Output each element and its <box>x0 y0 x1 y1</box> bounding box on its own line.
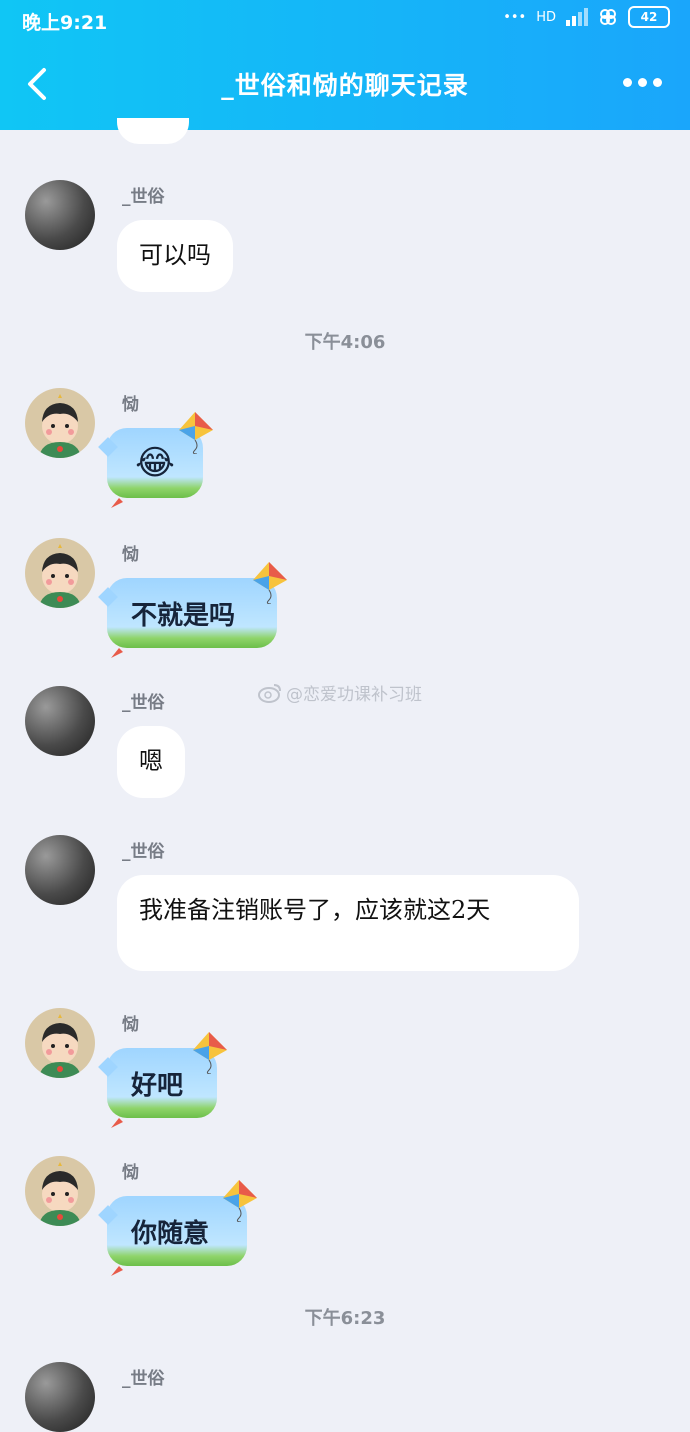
sender-name: 恸 <box>122 395 139 415</box>
message-text: 你随意 <box>131 1218 210 1249</box>
more-dot <box>638 78 647 87</box>
message-text: 好吧 <box>131 1070 184 1101</box>
tail-icon <box>111 498 123 508</box>
kite-icon <box>179 412 213 454</box>
sender-name: _世俗 <box>122 693 165 713</box>
boy-avatar-icon <box>39 544 81 608</box>
avatar[interactable] <box>25 835 95 905</box>
network-label: HD <box>536 9 556 25</box>
sender-name: 恸 <box>122 545 139 565</box>
sender-name: _世俗 <box>122 187 165 207</box>
boy-avatar-icon <box>39 1162 81 1226</box>
more-options-button[interactable] <box>623 78 662 87</box>
message-text: 我准备注销账号了，应该就这2天 <box>139 896 491 924</box>
sender-name: 恸 <box>122 1163 139 1183</box>
message-bubble[interactable]: 可以吗 <box>117 220 233 292</box>
kite-icon <box>253 562 287 604</box>
page-title: _世俗和恸的聊天记录 <box>221 71 469 100</box>
message-bubble[interactable]: 嗯 <box>117 726 185 798</box>
clover-icon <box>600 9 616 25</box>
status-time: 晚上9:21 <box>22 12 108 34</box>
boy-avatar-icon <box>39 1014 81 1078</box>
more-dot <box>623 78 632 87</box>
avatar[interactable] <box>25 180 95 250</box>
timestamp: 下午6:23 <box>304 1308 386 1329</box>
avatar[interactable] <box>25 686 95 756</box>
message-bubble[interactable]: 好吧 <box>107 1032 227 1128</box>
avatar[interactable] <box>25 1156 95 1226</box>
sender-name: _世俗 <box>122 1369 165 1389</box>
kite-icon <box>193 1032 227 1074</box>
dots-icon: ••• <box>503 9 527 25</box>
message-text: 不就是吗 <box>131 600 236 631</box>
tail-icon <box>111 1118 123 1128</box>
tail-icon <box>111 648 123 658</box>
message-bubble[interactable]: 你随意 <box>107 1180 257 1276</box>
avatar[interactable] <box>25 538 95 608</box>
message-bubble[interactable]: 不就是吗 <box>107 562 287 658</box>
timestamp: 下午4:06 <box>304 332 386 353</box>
boy-avatar-icon <box>39 394 81 458</box>
partial-message-bubble[interactable] <box>117 118 189 144</box>
status-bar: 晚上9:21 ••• HD 42 <box>0 0 690 42</box>
message-text: 可以吗 <box>139 241 211 269</box>
kite-icon <box>223 1180 257 1222</box>
signal-icon <box>566 8 588 26</box>
battery-icon: 42 <box>628 6 670 28</box>
message-text: 😂 <box>135 443 175 483</box>
avatar[interactable] <box>25 388 95 458</box>
sender-name: 恸 <box>122 1015 139 1035</box>
nav-bar: _世俗和恸的聊天记录 <box>0 42 690 130</box>
message-bubble[interactable]: 😂 <box>107 412 213 508</box>
weibo-icon <box>258 683 281 703</box>
top-bar: 晚上9:21 ••• HD 42 _世俗和恸的聊天记录 <box>0 0 690 130</box>
message-bubble[interactable]: 我准备注销账号了，应该就这2天 <box>117 875 579 971</box>
more-dot <box>653 78 662 87</box>
watermark: @恋爱功课补习班 <box>258 680 422 705</box>
avatar[interactable] <box>25 1362 95 1432</box>
message-text: 嗯 <box>139 747 163 775</box>
sender-name: _世俗 <box>122 842 165 862</box>
status-icons: ••• HD 42 <box>503 6 670 28</box>
avatar[interactable] <box>25 1008 95 1078</box>
watermark-text: @恋爱功课补习班 <box>286 685 422 705</box>
tail-icon <box>111 1266 123 1276</box>
